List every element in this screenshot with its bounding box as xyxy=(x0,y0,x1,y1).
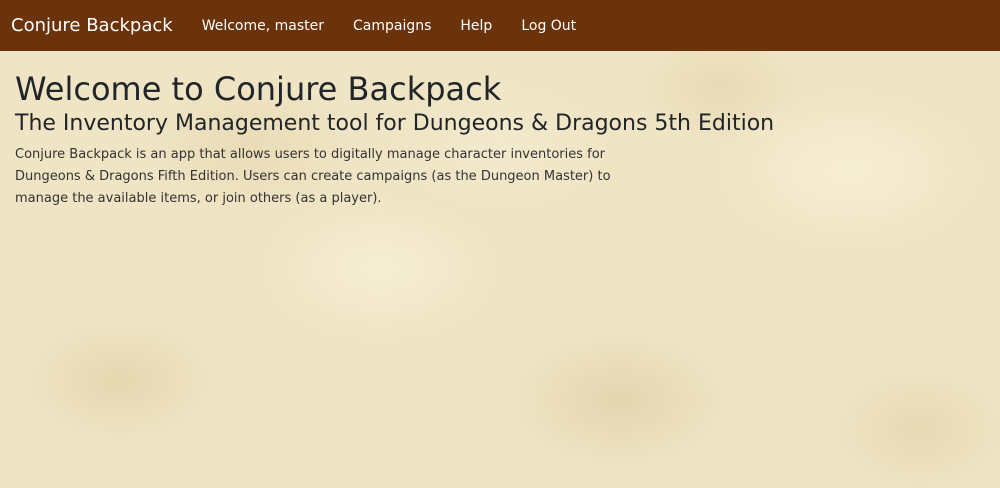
brand-link[interactable]: Conjure Backpack xyxy=(11,15,173,36)
navbar: Conjure Backpack Welcome, master Campaig… xyxy=(0,0,1000,51)
nav-link-campaigns[interactable]: Campaigns xyxy=(353,18,431,34)
page-subtitle: The Inventory Management tool for Dungeo… xyxy=(15,111,775,136)
page-description: Conjure Backpack is an app that allows u… xyxy=(15,147,611,206)
nav-link-logout[interactable]: Log Out xyxy=(521,18,576,34)
nav-link-help[interactable]: Help xyxy=(460,18,492,34)
main-content: Welcome to Conjure Backpack The Inventor… xyxy=(0,51,1000,210)
nav-link-welcome[interactable]: Welcome, master xyxy=(202,18,324,34)
page-title: Welcome to Conjure Backpack xyxy=(15,70,502,108)
